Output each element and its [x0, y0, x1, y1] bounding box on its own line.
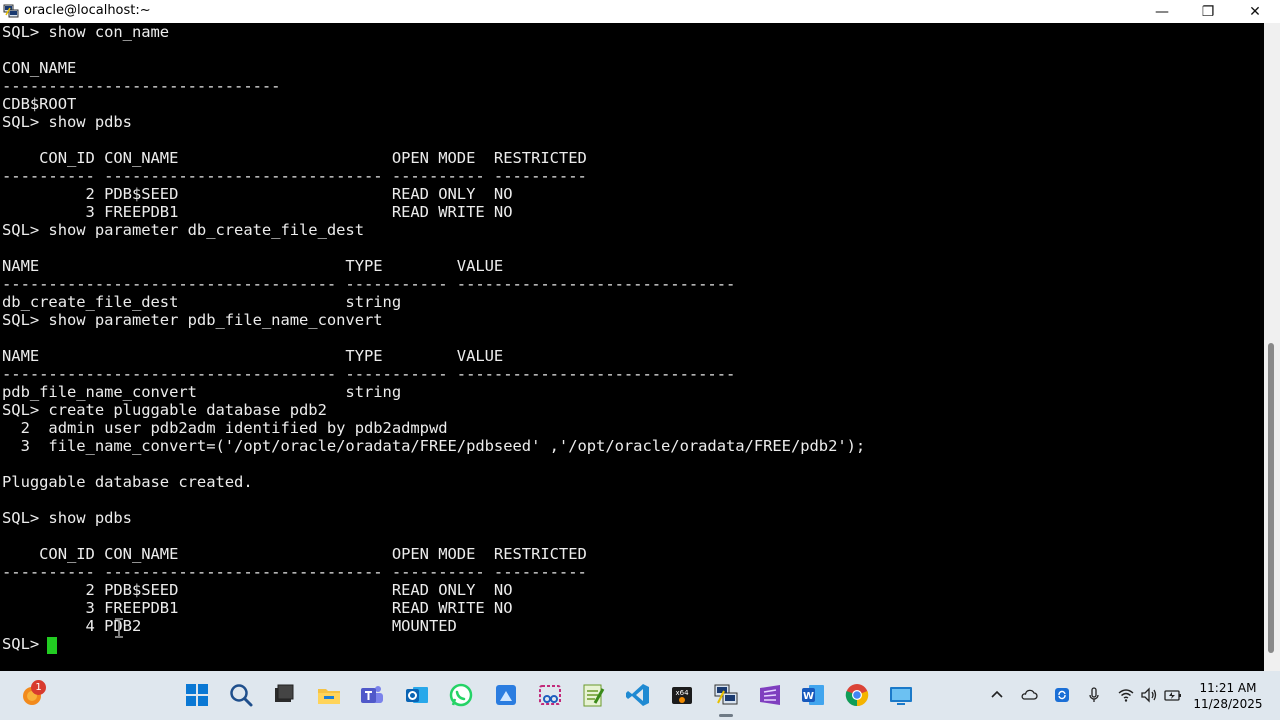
paint-icon[interactable]	[490, 679, 522, 711]
terminal-lines: SQL> show con_name CON_NAME --------------…	[2, 23, 865, 653]
terminal-line: CON_ID CON_NAME OPEN MODE RESTRICTED	[2, 545, 587, 563]
system-clock[interactable]: 11:21 AM 11/28/2025	[1188, 680, 1268, 712]
terminal-line: ---------- -----------------------------…	[2, 167, 587, 185]
terminal-line: 2 admin user pdb2adm identified by pdb2a…	[2, 419, 448, 437]
terminal-line: 3 FREEPDB1 READ WRITE NO	[2, 203, 513, 221]
terminal-line: ------------------------------------ ---…	[2, 275, 736, 293]
ibeam-cursor-icon	[114, 618, 124, 638]
terminal-line: ---------- -----------------------------…	[2, 563, 587, 581]
terminal-line: SQL>	[2, 635, 49, 653]
terminal-line: SQL> show pdbs	[2, 113, 132, 131]
terminal-app-icon[interactable]	[268, 679, 300, 711]
restore-button[interactable]: ❐	[1185, 0, 1231, 23]
terminal-line: SQL> show parameter pdb_file_name_conver…	[2, 311, 383, 329]
teams-icon[interactable]	[356, 679, 388, 711]
word-icon[interactable]: W	[797, 679, 829, 711]
scrollbar-thumb[interactable]	[1268, 343, 1274, 653]
visual-studio-icon[interactable]	[754, 679, 786, 711]
terminal-line: ------------------------------------ ---…	[2, 365, 736, 383]
terminal-line: NAME TYPE VALUE	[2, 347, 504, 365]
terminal-line: CON_ID CON_NAME OPEN MODE RESTRICTED	[2, 149, 587, 167]
terminal-line: pdb_file_name_convert string	[2, 383, 402, 401]
terminal-line: SQL> show con_name	[2, 23, 170, 41]
terminal-line: NAME TYPE VALUE	[2, 257, 504, 275]
svg-text:x64: x64	[675, 689, 689, 697]
putty-taskbar-icon[interactable]	[710, 679, 742, 717]
terminal-line: 2 PDB$SEED READ ONLY NO	[2, 185, 513, 203]
notification-badge: 1	[31, 680, 46, 695]
show-hidden-icons-chevron-icon[interactable]	[987, 685, 1007, 705]
windows-start-icon[interactable]	[181, 679, 213, 711]
terminal-line: CON_NAME	[2, 59, 77, 77]
whatsapp-icon[interactable]	[445, 679, 477, 711]
chrome-icon[interactable]	[841, 679, 873, 711]
battery-icon[interactable]	[1163, 685, 1183, 705]
window-title: oracle@localhost:~	[24, 3, 151, 18]
search-icon[interactable]	[225, 679, 257, 711]
terminal-line: Pluggable database created.	[2, 473, 253, 491]
virtualbox-icon[interactable]: x64	[666, 679, 698, 711]
text-cursor	[47, 637, 57, 654]
taskbar: 1 x64 W 11:21 AM 11/28/2025	[0, 671, 1280, 720]
outlook-icon[interactable]	[401, 679, 433, 711]
terminal-line: 3 FREEPDB1 READ WRITE NO	[2, 599, 513, 617]
terminal-line: SQL> show parameter db_create_file_dest	[2, 221, 364, 239]
clock-time: 11:21 AM	[1199, 681, 1257, 695]
terminal-output[interactable]: SQL> show con_name CON_NAME --------------…	[0, 23, 1264, 671]
remote-desktop-icon[interactable]	[885, 679, 917, 711]
terminal-line: 3 file_name_convert=('/opt/oracle/oradat…	[2, 437, 866, 455]
sync-icon[interactable]	[1052, 685, 1072, 705]
window-title-bar[interactable]: oracle@localhost:~ — ❐ ✕	[0, 0, 1280, 23]
svg-text:W: W	[803, 691, 814, 702]
terminal-line: 4 PDB2 MOUNTED	[2, 617, 457, 635]
snipping-tool-icon[interactable]	[534, 679, 566, 711]
terminal-line: ------------------------------	[2, 77, 281, 95]
putty-app-icon	[3, 3, 19, 19]
volume-icon[interactable]	[1139, 685, 1159, 705]
terminal-line: db_create_file_dest string	[2, 293, 402, 311]
onedrive-icon[interactable]	[1019, 685, 1039, 705]
notepad-plus-icon[interactable]	[577, 679, 609, 711]
close-button[interactable]: ✕	[1232, 0, 1278, 23]
terminal-line: 2 PDB$SEED READ ONLY NO	[2, 581, 513, 599]
vscode-icon[interactable]	[622, 679, 654, 711]
minimize-button[interactable]: —	[1139, 0, 1185, 23]
terminal-line: SQL> show pdbs	[2, 509, 132, 527]
vertical-scrollbar[interactable]	[1264, 23, 1280, 671]
clock-date: 11/28/2025	[1193, 697, 1263, 711]
microphone-icon[interactable]	[1084, 685, 1104, 705]
terminal-line: SQL> create pluggable database pdb2	[2, 401, 327, 419]
file-explorer-icon[interactable]	[313, 679, 345, 711]
wifi-icon[interactable]	[1116, 685, 1136, 705]
terminal-line: CDB$ROOT	[2, 95, 77, 113]
